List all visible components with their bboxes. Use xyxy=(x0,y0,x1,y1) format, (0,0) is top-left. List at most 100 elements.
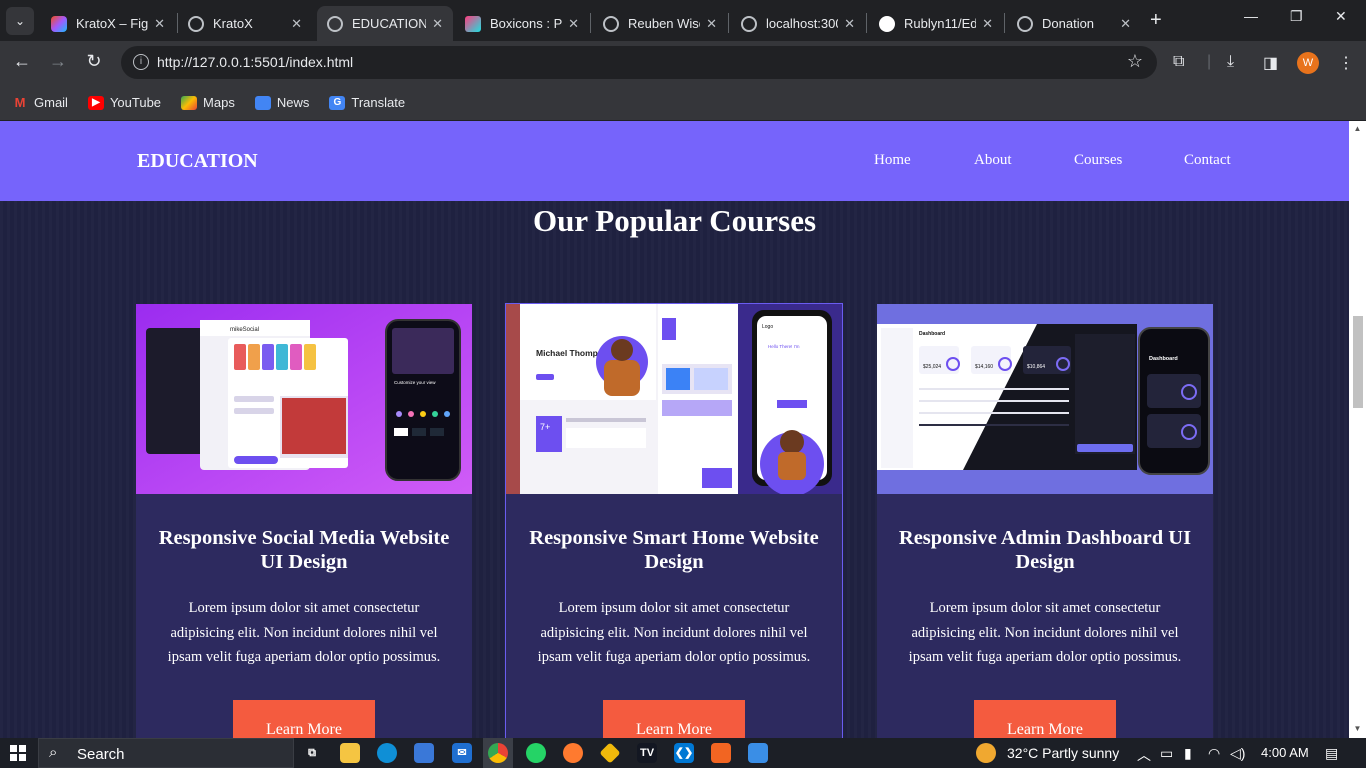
site-logo[interactable]: EDUCATION xyxy=(137,150,258,173)
nav-courses[interactable]: Courses xyxy=(1074,152,1122,169)
bookmark-translate[interactable]: G Translate xyxy=(329,95,405,110)
tab-donation[interactable]: Donation ✕ xyxy=(1007,6,1141,41)
thumb-dash-heading: Dashboard xyxy=(919,331,945,337)
close-icon[interactable]: ✕ xyxy=(432,16,443,32)
tab-github[interactable]: Rublyn11/Ed ✕ xyxy=(869,6,1003,41)
tab-localhost[interactable]: localhost:300 ✕ xyxy=(731,6,865,41)
nav-contact[interactable]: Contact xyxy=(1184,152,1231,169)
download-icon[interactable]: ⤓ xyxy=(1227,53,1234,71)
battery-icon[interactable]: ▮ xyxy=(1184,745,1192,762)
bookmark-gmail[interactable]: M Gmail xyxy=(12,95,68,110)
tab-label: KratoX – Fig xyxy=(76,16,149,31)
reload-icon[interactable]: ↻ xyxy=(82,51,106,72)
extensions-icon[interactable]: ⧉ xyxy=(1173,53,1184,71)
close-icon[interactable]: ✕ xyxy=(982,16,993,32)
forward-icon[interactable]: → xyxy=(46,51,70,72)
sublime-icon[interactable] xyxy=(711,743,731,763)
wifi-icon[interactable]: ◠ xyxy=(1208,745,1220,762)
nav-about[interactable]: About xyxy=(974,152,1012,169)
close-icon[interactable]: ✕ xyxy=(844,16,855,32)
site-info-icon[interactable]: i xyxy=(133,54,149,70)
profile-avatar[interactable]: W xyxy=(1297,52,1319,74)
edge-icon[interactable] xyxy=(377,743,397,763)
mail-icon[interactable]: ✉ xyxy=(452,743,472,763)
whatsapp-icon[interactable] xyxy=(526,743,546,763)
volume-icon[interactable]: ◁) xyxy=(1230,745,1245,762)
file-explorer-icon[interactable] xyxy=(340,743,360,763)
menu-kebab-icon[interactable]: ⋮ xyxy=(1338,53,1354,73)
scroll-down-icon[interactable]: ▼ xyxy=(1353,724,1362,733)
close-icon[interactable]: ✕ xyxy=(291,16,302,32)
clock-time[interactable]: 4:00 AM xyxy=(1261,745,1309,760)
learn-more-button[interactable]: Learn More xyxy=(233,700,375,738)
tradingview-icon[interactable]: TV xyxy=(637,743,657,763)
tab-label: KratoX xyxy=(213,16,253,31)
tab-label: localhost:300 xyxy=(766,16,839,31)
photos-icon[interactable] xyxy=(748,743,768,763)
bookmark-star-icon[interactable]: ☆ xyxy=(1127,51,1143,72)
tab-strip: ⌄ KratoX – Fig ✕ KratoX ✕ EDUCATION ✕ Bo… xyxy=(0,0,1366,41)
back-icon[interactable]: ← xyxy=(10,51,34,72)
course-thumbnail-admin-dashboard[interactable]: Dashboard $25,024 $14,160 $10,864 Dashbo… xyxy=(877,304,1213,494)
tab-boxicons[interactable]: Boxicons : Pr ✕ xyxy=(455,6,589,41)
window-close-icon[interactable]: ✕ xyxy=(1335,8,1347,25)
toolbar-divider: | xyxy=(1207,53,1212,70)
course-title: Responsive Smart Home Website Design xyxy=(529,527,819,573)
tab-education[interactable]: EDUCATION ✕ xyxy=(317,6,453,41)
store-icon[interactable] xyxy=(414,743,434,763)
restore-icon[interactable]: ❐ xyxy=(1290,8,1303,25)
course-thumbnail-smart-home[interactable]: Michael Thompson 7+ Logo Hello There! I'… xyxy=(506,304,842,494)
minimize-icon[interactable]: — xyxy=(1244,8,1258,24)
close-icon[interactable]: ✕ xyxy=(706,16,717,32)
globe-icon xyxy=(1017,15,1033,32)
meet-icon[interactable]: ▭ xyxy=(1160,745,1173,762)
side-panel-icon[interactable]: ◨ xyxy=(1263,53,1278,73)
thumb-amount-1: $25,024 xyxy=(923,364,941,370)
tab-kratox[interactable]: KratoX ✕ xyxy=(178,6,312,41)
course-card-admin-dashboard: Dashboard $25,024 $14,160 $10,864 Dashbo… xyxy=(877,304,1213,738)
bookmark-maps[interactable]: Maps xyxy=(181,95,235,110)
tab-kratox-figma[interactable]: KratoX – Fig ✕ xyxy=(41,6,175,41)
globe-icon xyxy=(741,15,757,32)
learn-more-button[interactable]: Learn More xyxy=(603,700,745,738)
task-view-icon[interactable]: ⧉ xyxy=(302,743,322,763)
course-thumbnail-social[interactable]: mikeSocial Customize your view xyxy=(136,304,472,494)
new-tab-button[interactable]: + xyxy=(1150,9,1162,32)
github-icon xyxy=(879,15,895,32)
taskbar-search[interactable]: ⌕ Search xyxy=(38,738,294,768)
notifications-icon[interactable]: ▤ xyxy=(1325,745,1338,762)
thumb-amount-2: $14,160 xyxy=(975,364,993,370)
youtube-icon: ▶ xyxy=(87,95,104,110)
globe-icon xyxy=(603,15,619,32)
tab-search-button[interactable]: ⌄ xyxy=(6,7,34,35)
tab-reuben[interactable]: Reuben Wiso ✕ xyxy=(593,6,727,41)
tab-divider xyxy=(728,13,729,33)
close-icon[interactable]: ✕ xyxy=(154,16,165,32)
nav-home[interactable]: Home xyxy=(874,152,911,169)
address-bar[interactable]: i http://127.0.0.1:5501/index.html ☆ xyxy=(121,46,1157,79)
url-text[interactable]: http://127.0.0.1:5501/index.html xyxy=(157,54,353,70)
page-scrollbar[interactable]: ▲ ▼ xyxy=(1349,121,1366,738)
thumb-brand-text: mikeSocial xyxy=(230,327,259,333)
learn-more-button[interactable]: Learn More xyxy=(974,700,1116,738)
weather-text[interactable]: 32°C Partly sunny xyxy=(1007,745,1119,761)
bookmark-news[interactable]: News xyxy=(254,95,309,110)
postman-icon[interactable] xyxy=(563,743,583,763)
tray-chevron-icon[interactable]: ︿ xyxy=(1137,745,1151,765)
course-description: Lorem ipsum dolor sit amet consectetur a… xyxy=(167,600,441,665)
close-icon[interactable]: ✕ xyxy=(1120,16,1131,32)
chrome-icon[interactable] xyxy=(488,743,508,763)
thumb-phone-caption: Customize your view xyxy=(394,380,436,385)
start-button[interactable] xyxy=(10,745,26,761)
thumb-phone-greeting: Hello There! I'm xyxy=(768,344,800,349)
vscode-icon[interactable]: ❮❯ xyxy=(674,743,694,763)
scroll-up-icon[interactable]: ▲ xyxy=(1353,124,1362,133)
bookmark-youtube[interactable]: ▶ YouTube xyxy=(87,95,161,110)
page-viewport: EDUCATION Home About Courses Contact Our… xyxy=(0,121,1366,738)
scrollbar-thumb[interactable] xyxy=(1353,316,1363,408)
binance-icon[interactable] xyxy=(599,742,621,764)
search-icon: ⌕ xyxy=(49,744,58,761)
thumb-phone-heading: Dashboard xyxy=(1149,356,1178,362)
close-icon[interactable]: ✕ xyxy=(568,16,579,32)
weather-icon[interactable] xyxy=(976,743,996,763)
